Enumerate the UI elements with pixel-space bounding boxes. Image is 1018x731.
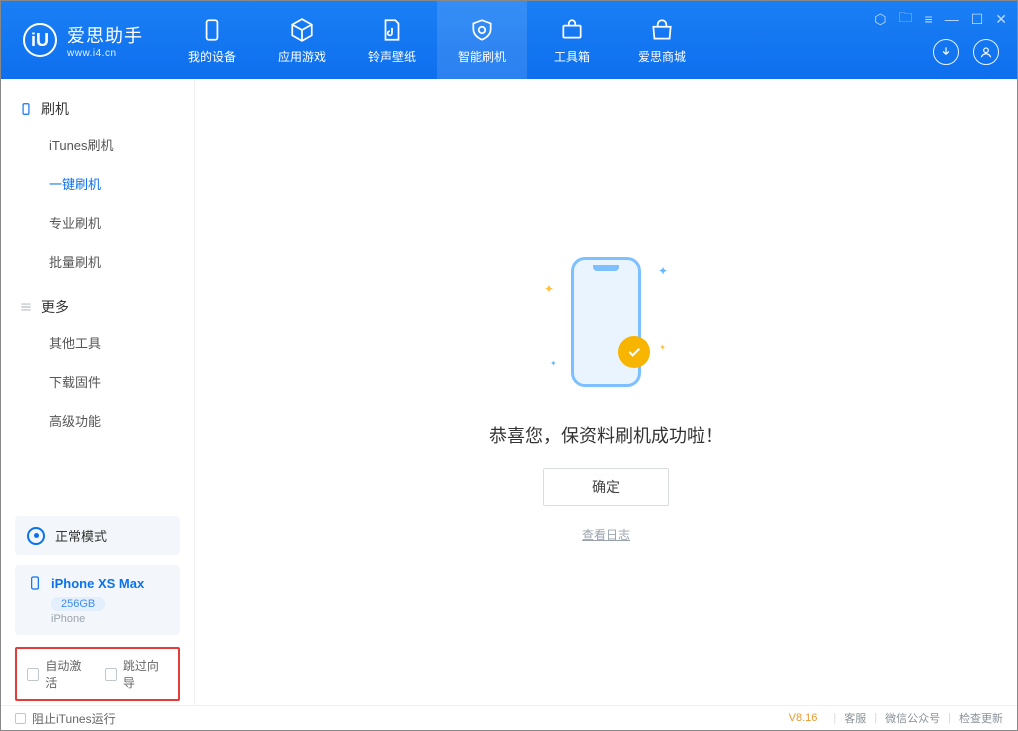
toolbox-icon bbox=[559, 16, 585, 44]
device-type: iPhone bbox=[51, 613, 168, 625]
nav-my-device[interactable]: 我的设备 bbox=[167, 1, 257, 79]
account-button[interactable] bbox=[973, 39, 999, 65]
mode-label: 正常模式 bbox=[55, 526, 107, 545]
checkbox-box-icon bbox=[27, 668, 39, 681]
download-button[interactable] bbox=[933, 39, 959, 65]
options-checkbox-row: 自动激活 跳过向导 bbox=[15, 647, 180, 701]
window-controls: ⬡ 🗀 ≡ — ☐ ✕ bbox=[874, 7, 1007, 31]
minimize-icon[interactable]: — bbox=[945, 11, 959, 27]
main-content: ✦ ✦ ✦ ✦ 恭喜您，保资料刷机成功啦！ 确定 查看日志 bbox=[195, 79, 1017, 705]
cube-icon bbox=[289, 16, 315, 44]
phone-outline-icon bbox=[27, 575, 43, 591]
menu-icon[interactable]: ≡ bbox=[925, 11, 933, 27]
status-bar: 阻止iTunes运行 V8.16 | 客服 | 微信公众号 | 检查更新 bbox=[1, 705, 1017, 730]
body-area: 刷机 iTunes刷机 一键刷机 专业刷机 批量刷机 更多 其他工具 下载固件 … bbox=[1, 79, 1017, 705]
checkbox-box-icon bbox=[15, 713, 26, 724]
nav-apps-games[interactable]: 应用游戏 bbox=[257, 1, 347, 79]
sidebar-item-download-firmware[interactable]: 下载固件 bbox=[1, 362, 194, 401]
phone-icon bbox=[199, 16, 225, 44]
music-file-icon bbox=[379, 16, 405, 44]
shirt-icon[interactable]: ⬡ bbox=[874, 11, 886, 28]
app-header: iU 爱思助手 www.i4.cn 我的设备 应用游戏 铃声壁纸 智能刷机 工具… bbox=[1, 1, 1017, 79]
sidebar-item-oneclick-flash[interactable]: 一键刷机 bbox=[1, 164, 194, 203]
nav-smart-flash[interactable]: 智能刷机 bbox=[437, 1, 527, 79]
nav-label: 爱思商城 bbox=[638, 48, 686, 65]
logo-icon: iU bbox=[23, 23, 57, 57]
footer-link-support[interactable]: 客服 bbox=[844, 710, 866, 726]
sidebar: 刷机 iTunes刷机 一键刷机 专业刷机 批量刷机 更多 其他工具 下载固件 … bbox=[1, 79, 195, 705]
sidebar-item-other-tools[interactable]: 其他工具 bbox=[1, 323, 194, 362]
checkbox-auto-activate[interactable]: 自动激活 bbox=[27, 657, 91, 691]
checkbox-label: 自动激活 bbox=[45, 657, 90, 691]
sparkle-icon: ✦ bbox=[544, 282, 554, 296]
nav-store[interactable]: 爱思商城 bbox=[617, 1, 707, 79]
mode-box[interactable]: 正常模式 bbox=[15, 516, 180, 555]
close-icon[interactable]: ✕ bbox=[995, 11, 1007, 28]
list-icon bbox=[19, 300, 33, 314]
checkbox-skip-guide[interactable]: 跳过向导 bbox=[105, 657, 169, 691]
sidebar-item-batch-flash[interactable]: 批量刷机 bbox=[1, 242, 194, 281]
lock-icon[interactable]: 🗀 bbox=[899, 7, 913, 31]
mode-indicator-icon bbox=[27, 527, 45, 545]
app-name: 爱思助手 bbox=[67, 22, 143, 48]
nav-label: 铃声壁纸 bbox=[368, 48, 416, 65]
device-panel: 正常模式 iPhone XS Max 256GB iPhone 自动激活 跳过向… bbox=[1, 504, 194, 705]
footer-link-wechat[interactable]: 微信公众号 bbox=[885, 710, 940, 726]
success-illustration: ✦ ✦ ✦ ✦ bbox=[516, 242, 696, 402]
logo-text: 爱思助手 www.i4.cn bbox=[67, 22, 143, 59]
sidebar-item-pro-flash[interactable]: 专业刷机 bbox=[1, 203, 194, 242]
section-header-flash: 刷机 bbox=[1, 93, 194, 125]
checkbox-box-icon bbox=[105, 668, 117, 681]
section-title: 刷机 bbox=[41, 99, 69, 119]
nav-tabs: 我的设备 应用游戏 铃声壁纸 智能刷机 工具箱 爱思商城 bbox=[167, 1, 707, 79]
checkbox-block-itunes[interactable]: 阻止iTunes运行 bbox=[15, 710, 116, 727]
sparkle-icon: ✦ bbox=[658, 264, 668, 278]
ok-button[interactable]: 确定 bbox=[543, 468, 669, 506]
header-action-buttons bbox=[933, 39, 999, 65]
checkmark-badge-icon bbox=[618, 336, 650, 368]
success-message: 恭喜您，保资料刷机成功啦！ bbox=[489, 422, 723, 448]
sidebar-item-advanced[interactable]: 高级功能 bbox=[1, 401, 194, 440]
footer-link-check-update[interactable]: 检查更新 bbox=[959, 710, 1003, 726]
sparkle-icon: ✦ bbox=[550, 359, 557, 368]
device-storage: 256GB bbox=[51, 597, 105, 611]
nav-label: 应用游戏 bbox=[278, 48, 326, 65]
checkbox-label: 阻止iTunes运行 bbox=[32, 710, 116, 727]
maximize-icon[interactable]: ☐ bbox=[971, 11, 984, 28]
nav-label: 工具箱 bbox=[554, 48, 590, 65]
shield-refresh-icon bbox=[469, 16, 495, 44]
store-icon bbox=[649, 16, 675, 44]
view-log-link[interactable]: 查看日志 bbox=[582, 526, 630, 543]
sidebar-item-itunes-flash[interactable]: iTunes刷机 bbox=[1, 125, 194, 164]
app-url: www.i4.cn bbox=[67, 48, 143, 59]
device-name: iPhone XS Max bbox=[51, 576, 144, 591]
device-box[interactable]: iPhone XS Max 256GB iPhone bbox=[15, 565, 180, 635]
logo-area: iU 爱思助手 www.i4.cn bbox=[1, 1, 161, 79]
sparkle-icon: ✦ bbox=[659, 343, 666, 352]
version-label: V8.16 bbox=[789, 712, 818, 724]
checkbox-label: 跳过向导 bbox=[123, 657, 168, 691]
section-title: 更多 bbox=[41, 297, 69, 317]
nav-ringtones-wallpapers[interactable]: 铃声壁纸 bbox=[347, 1, 437, 79]
nav-label: 我的设备 bbox=[188, 48, 236, 65]
nav-label: 智能刷机 bbox=[458, 48, 506, 65]
section-header-more: 更多 bbox=[1, 291, 194, 323]
device-icon bbox=[19, 102, 33, 116]
nav-toolbox[interactable]: 工具箱 bbox=[527, 1, 617, 79]
